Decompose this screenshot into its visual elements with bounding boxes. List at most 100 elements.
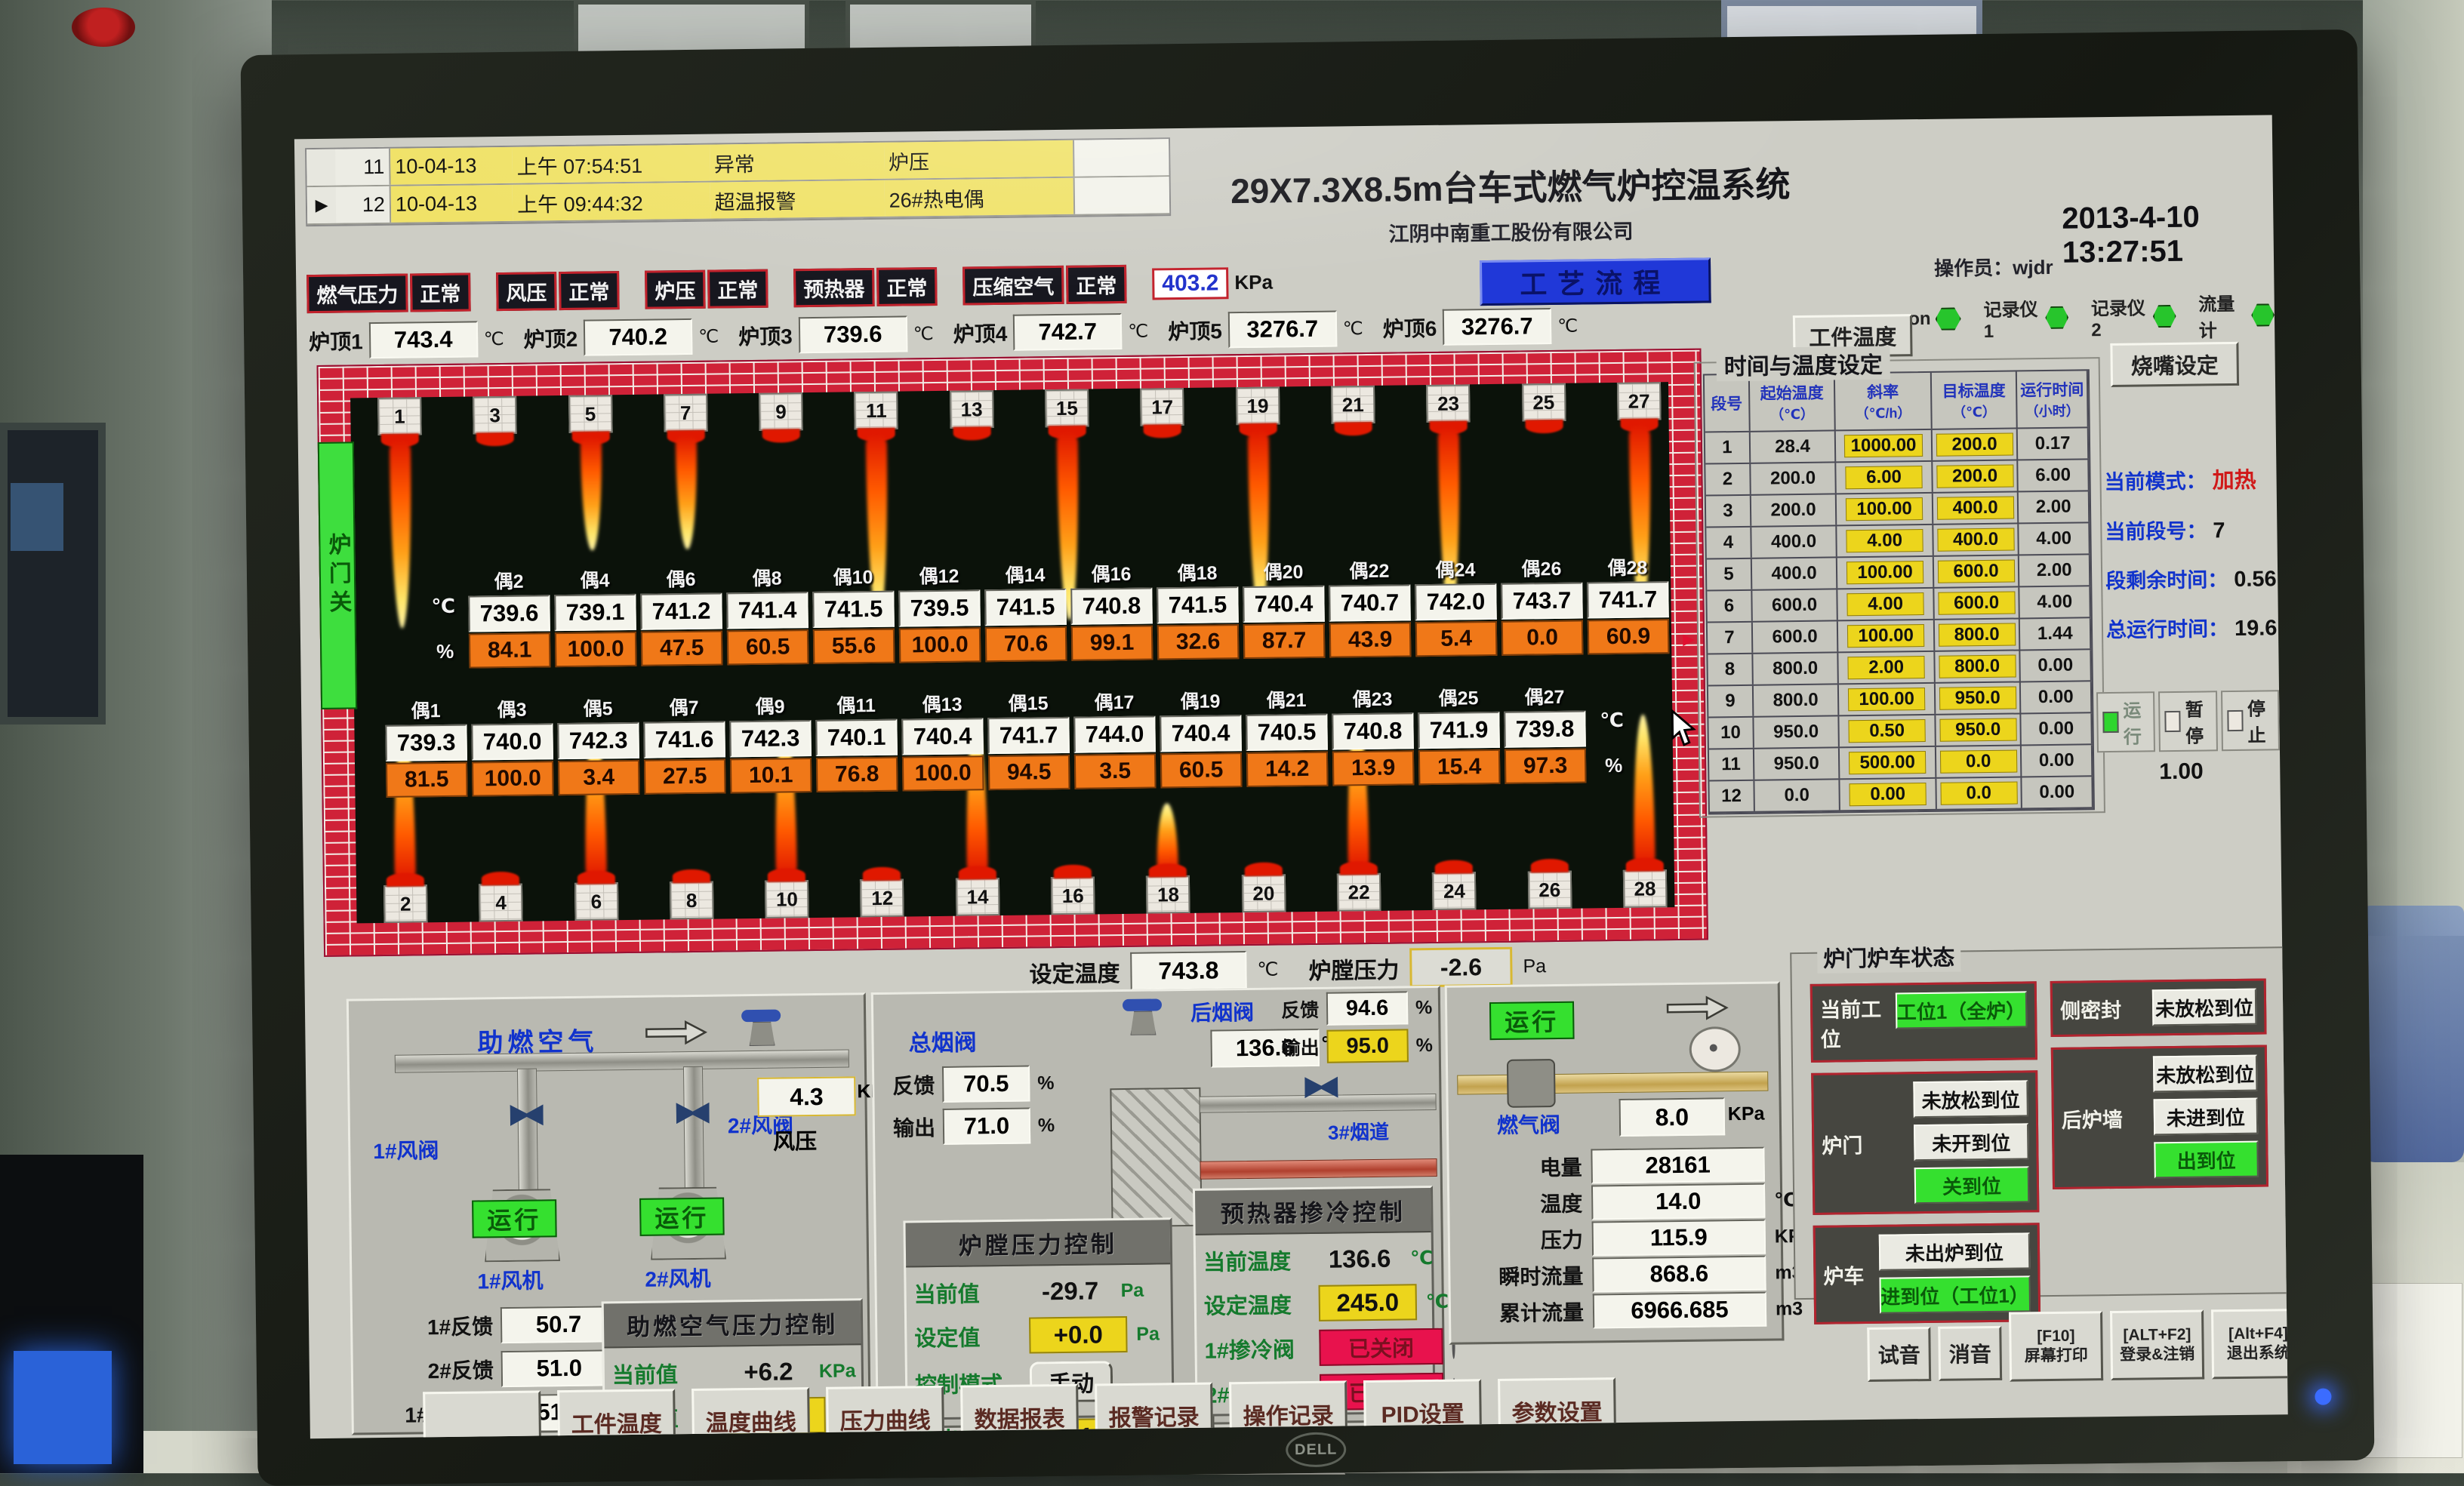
schedule-setpoint-value[interactable]: 2.00 xyxy=(1847,656,1924,679)
schedule-cell: 11 xyxy=(1709,749,1754,780)
nav-button-操作记录[interactable]: 操作记录 xyxy=(1229,1380,1348,1438)
nav-button-报警记录[interactable]: 报警记录 xyxy=(1095,1383,1213,1439)
schedule-cell[interactable]: 100.00 xyxy=(1838,620,1935,652)
schedule-setpoint-value[interactable]: 600.0 xyxy=(1938,592,2015,615)
schedule-setpoint-value[interactable]: 100.00 xyxy=(1847,624,1924,648)
schedule-setpoint-value[interactable]: 6.00 xyxy=(1845,466,1922,489)
schedule-cell[interactable]: 400.0 xyxy=(1933,524,2019,555)
panel-row-value[interactable]: +0.0 xyxy=(1029,1316,1128,1354)
schedule-cell[interactable]: 500.00 xyxy=(1840,747,1936,779)
schedule-cell[interactable]: 950.0 xyxy=(1936,714,2022,745)
state-checkbox-运行[interactable]: 运行 xyxy=(2096,691,2155,752)
schedule-setpoint-value[interactable]: 4.00 xyxy=(1846,529,1923,552)
schedule-setpoint-value[interactable]: 800.0 xyxy=(1938,623,2015,647)
power-led[interactable] xyxy=(2315,1388,2331,1404)
door-box-title: 炉门炉车状态 xyxy=(1817,940,1961,973)
schedule-cell[interactable]: 400.0 xyxy=(1933,492,2019,523)
schedule-row[interactable]: 3200.0100.00400.02.00 xyxy=(1706,491,2090,528)
system-button[interactable]: [ALT+F2]登录&注销 xyxy=(2110,1310,2204,1381)
system-button[interactable]: [F10]屏幕打印 xyxy=(2009,1311,2103,1382)
burner-23: 23 xyxy=(1426,384,1471,423)
sound-button-试音[interactable]: 试音 xyxy=(1867,1327,1931,1382)
schedule-cell[interactable]: 100.00 xyxy=(1839,684,1936,715)
thermocouple-偶4: 偶4739.1100.0 xyxy=(552,565,639,667)
schedule-setpoint-value[interactable]: 4.00 xyxy=(1846,592,1923,616)
schedule-setpoint-value[interactable]: 200.0 xyxy=(1936,433,2013,457)
schedule-setpoint-value[interactable]: 0.00 xyxy=(1850,783,1927,806)
state-checkbox-停止[interactable]: 停止 xyxy=(2221,690,2280,751)
nav-button-PID设置[interactable]: PID设置 xyxy=(1363,1379,1482,1438)
schedule-setpoint-value[interactable]: 0.0 xyxy=(1940,750,2017,774)
schedule-row[interactable]: 7600.0100.00800.01.44 xyxy=(1708,618,2091,654)
schedule-setpoint-value[interactable]: 600.0 xyxy=(1937,560,2014,583)
schedule-row[interactable]: 11950.0500.000.00.00 xyxy=(1709,745,2093,781)
schedule-table[interactable]: 段号起始温度（℃）斜率（℃/h）目标温度（℃）运行时间（小时）128.41000… xyxy=(1703,369,2095,814)
schedule-setpoint-value[interactable]: 0.50 xyxy=(1849,719,1926,743)
burner-19: 19 xyxy=(1236,386,1280,425)
schedule-row[interactable]: 128.41000.00200.00.17 xyxy=(1705,428,2089,464)
schedule-row[interactable]: 4400.04.00400.04.00 xyxy=(1706,523,2090,559)
nav-button-温度曲线[interactable]: 温度曲线 xyxy=(691,1387,810,1438)
schedule-setpoint-value[interactable]: 1000.00 xyxy=(1843,434,1923,457)
schedule-setpoint-value[interactable]: 400.0 xyxy=(1936,497,2013,520)
set-temp-value[interactable]: 743.8 xyxy=(1130,951,1247,990)
schedule-setpoint-value[interactable]: 500.00 xyxy=(1849,751,1926,774)
schedule-cell[interactable]: 600.0 xyxy=(1934,555,2020,586)
schedule-cell[interactable]: 200.0 xyxy=(1933,429,2019,460)
air-main-valve-icon[interactable] xyxy=(741,1010,781,1045)
schedule-cell[interactable]: 0.50 xyxy=(1840,715,1936,747)
sound-button-消音[interactable]: 消音 xyxy=(1938,1326,2002,1381)
nav-button-压力曲线[interactable]: 压力曲线 xyxy=(826,1386,944,1438)
schedule-setpoint-value[interactable]: 0.0 xyxy=(1940,782,2017,805)
schedule-cell[interactable]: 200.0 xyxy=(1933,460,2019,491)
schedule-setpoint-value[interactable]: 200.0 xyxy=(1936,465,2013,488)
chamber-press-value[interactable]: -2.6 xyxy=(1409,947,1513,988)
gas-pressure-value[interactable]: 403.2 xyxy=(1152,267,1229,300)
schedule-cell[interactable]: 0.0 xyxy=(1936,777,2022,808)
schedule-cell[interactable]: 600.0 xyxy=(1934,587,2020,618)
schedule-row[interactable]: 10950.00.50950.00.00 xyxy=(1708,713,2092,749)
schedule-setpoint-value[interactable]: 100.00 xyxy=(1846,561,1923,584)
schedule-setpoint-value[interactable]: 100.00 xyxy=(1848,688,1925,711)
decrease-button[interactable]: − xyxy=(1166,1437,1215,1439)
nav-button-参数设置[interactable]: 参数设置 xyxy=(1498,1377,1616,1438)
feedback-label: 1#反馈 xyxy=(372,1310,493,1342)
schedule-row[interactable]: 6600.04.00600.04.00 xyxy=(1707,586,2090,623)
schedule-cell[interactable]: 2.00 xyxy=(1839,652,1936,684)
schedule-row[interactable]: 120.00.000.00.00 xyxy=(1709,777,2093,813)
schedule-setpoint-value[interactable]: 950.0 xyxy=(1939,687,2016,710)
schedule-cell[interactable]: 100.00 xyxy=(1837,494,1933,525)
schedule-cell[interactable]: 800.0 xyxy=(1935,651,2021,681)
schedule-cell[interactable]: 0.0 xyxy=(1936,746,2022,777)
schedule-cell: 6.00 xyxy=(2019,460,2090,491)
schedule-cell[interactable]: 0.00 xyxy=(1840,779,1937,811)
schedule-setpoint-value[interactable]: 100.00 xyxy=(1846,497,1923,521)
process-flow-button[interactable]: 工艺流程 xyxy=(1480,257,1711,306)
schedule-cell[interactable]: 1000.00 xyxy=(1836,430,1933,462)
burner-settings-button[interactable]: 烧嘴设定 xyxy=(2110,342,2239,387)
schedule-cell[interactable]: 800.0 xyxy=(1935,619,2021,650)
nav-button-工件温度[interactable]: 工件温度 xyxy=(557,1389,676,1438)
system-button[interactable]: [Alt+F4]退出系统 xyxy=(2211,1309,2288,1380)
schedule-cell[interactable]: 950.0 xyxy=(1936,682,2022,713)
schedule-cell[interactable]: 4.00 xyxy=(1837,525,1934,557)
main-flue-valve-icon[interactable] xyxy=(1123,998,1163,1034)
panel-row-value[interactable]: 245.0 xyxy=(1319,1284,1418,1321)
schedule-row[interactable]: 9800.0100.00950.00.00 xyxy=(1708,681,2092,718)
gas-valve-icon[interactable] xyxy=(1507,1059,1556,1108)
nav-button-数据报表[interactable]: 数据报表 xyxy=(960,1384,1079,1438)
air-pressure-value[interactable]: 4.3 xyxy=(757,1076,856,1117)
schedule-setpoint-value[interactable]: 950.0 xyxy=(1939,718,2016,742)
schedule-row[interactable]: 5400.0100.00600.02.00 xyxy=(1707,555,2090,591)
hmi-screen: 1110-04-13上午 07:54:51异常炉压▶1210-04-13上午 0… xyxy=(294,115,2288,1438)
alarm-list[interactable]: 1110-04-13上午 07:54:51异常炉压▶1210-04-13上午 0… xyxy=(305,137,1171,226)
schedule-cell[interactable]: 100.00 xyxy=(1837,557,1934,589)
state-checkbox-暂停[interactable]: 暂停 xyxy=(2158,691,2217,752)
schedule-setpoint-value[interactable]: 800.0 xyxy=(1939,655,2016,678)
schedule-row[interactable]: 8800.02.00800.00.00 xyxy=(1708,650,2091,686)
schedule-cell[interactable]: 6.00 xyxy=(1837,462,1933,494)
schedule-cell[interactable]: 4.00 xyxy=(1838,589,1935,620)
nav-button-partial[interactable] xyxy=(423,1390,541,1438)
schedule-row[interactable]: 2200.06.00200.06.00 xyxy=(1705,460,2089,496)
schedule-setpoint-value[interactable]: 400.0 xyxy=(1937,528,2014,552)
